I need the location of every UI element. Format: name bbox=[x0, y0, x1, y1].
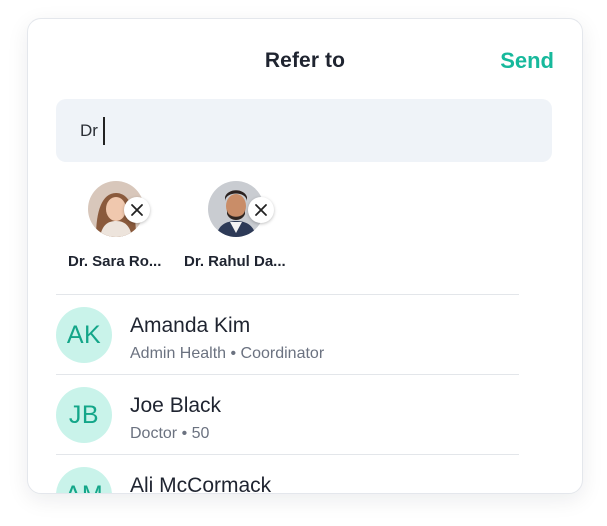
avatar: JB bbox=[56, 387, 112, 443]
close-icon bbox=[131, 204, 143, 216]
recipient-name: Dr. Rahul Da... bbox=[184, 253, 286, 270]
search-input[interactable]: Dr bbox=[56, 99, 552, 162]
list-item[interactable]: JB Joe Black Doctor • 50 bbox=[56, 380, 519, 460]
divider bbox=[56, 454, 519, 455]
remove-recipient-button[interactable] bbox=[248, 197, 274, 223]
avatar: AK bbox=[56, 307, 112, 363]
list-item[interactable]: AM Ali McCormack bbox=[56, 460, 519, 494]
refer-dialog: Refer to Send Dr Dr. Sara Ro... Dr. Rahu… bbox=[27, 18, 583, 494]
divider bbox=[56, 294, 519, 295]
avatar: AM bbox=[56, 467, 112, 493]
recipient-name: Dr. Sara Ro... bbox=[68, 253, 162, 270]
contact-subtitle: Admin Health • Coordinator bbox=[130, 345, 325, 362]
search-input-value: Dr bbox=[80, 120, 98, 140]
send-button[interactable]: Send bbox=[500, 48, 554, 74]
dialog-title: Refer to bbox=[264, 49, 346, 72]
text-caret bbox=[102, 116, 105, 145]
contact-name: Amanda Kim bbox=[130, 314, 251, 337]
list-item[interactable]: AK Amanda Kim Admin Health • Coordinator bbox=[56, 300, 519, 380]
contact-subtitle: Doctor • 50 bbox=[130, 425, 210, 442]
contact-name: Joe Black bbox=[130, 394, 222, 417]
close-icon bbox=[255, 204, 267, 216]
contact-name: Ali McCormack bbox=[130, 474, 272, 494]
divider bbox=[56, 374, 519, 375]
remove-recipient-button[interactable] bbox=[124, 197, 150, 223]
